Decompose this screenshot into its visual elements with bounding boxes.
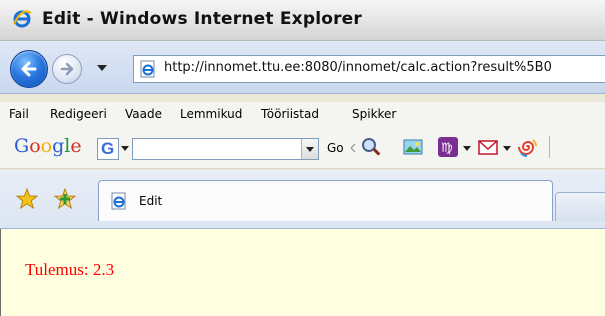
google-go-button[interactable]: Go: [327, 141, 344, 155]
tab-label: Edit: [139, 194, 163, 208]
add-favorite-icon[interactable]: [54, 188, 76, 210]
recent-pages-dropdown[interactable]: [97, 65, 107, 71]
result-text: Tulemus: 2.3: [25, 260, 115, 279]
google-logo-letter: g: [52, 135, 65, 157]
title-bar: Edit - Windows Internet Explorer: [0, 0, 605, 41]
google-logo-letter: o: [40, 135, 53, 157]
tab-bar: Edit: [0, 170, 605, 229]
google-logo-letter: e: [70, 135, 82, 157]
back-button[interactable]: [10, 50, 48, 88]
address-url[interactable]: http://innomet.ttu.ee:8080/innomet/calc.…: [164, 60, 552, 75]
google-menu-button[interactable]: G: [97, 138, 119, 160]
menu-item-spikker[interactable]: Spikker: [352, 107, 396, 121]
horoscope-icon[interactable]: ♍: [437, 136, 459, 158]
menu-item-tooriistad[interactable]: Tööriistad: [261, 107, 319, 121]
favorites-star-icon[interactable]: [16, 188, 38, 210]
page-icon: [140, 60, 155, 78]
tab-edit[interactable]: Edit: [98, 180, 553, 221]
menu-item-vaade[interactable]: Vaade: [125, 107, 162, 121]
page-icon: [111, 192, 126, 210]
window-title: Edit - Windows Internet Explorer: [42, 9, 362, 29]
forward-button[interactable]: [52, 54, 82, 84]
search-history-dropdown[interactable]: [301, 139, 318, 159]
browser-window: Edit - Windows Internet Explorer http://…: [0, 0, 605, 316]
address-bar[interactable]: http://innomet.ttu.ee:8080/innomet/calc.…: [133, 55, 605, 83]
ie-logo-icon: [13, 10, 32, 28]
menu-item-lemmikud[interactable]: Lemmikud: [180, 107, 242, 121]
magnifier-icon[interactable]: [360, 136, 382, 158]
page-content: Tulemus: 2.3: [0, 229, 605, 316]
toolbar-separator-icon: [350, 143, 356, 153]
arrow-left-icon: [21, 61, 37, 77]
horoscope-dropdown-caret[interactable]: [463, 146, 471, 151]
new-tab-button[interactable]: [555, 192, 605, 221]
arrow-right-icon: [60, 62, 74, 76]
spiral-icon[interactable]: [517, 136, 539, 158]
google-logo-letter: o: [29, 135, 41, 157]
google-g-icon: G: [101, 139, 115, 158]
mail-icon[interactable]: [477, 136, 499, 158]
news-icon[interactable]: [402, 136, 424, 158]
menu-item-redigeeri[interactable]: Redigeeri: [50, 107, 107, 121]
google-search-input[interactable]: [132, 138, 319, 160]
google-logo-letter: G: [14, 135, 30, 157]
mail-dropdown-caret[interactable]: [503, 146, 511, 151]
google-menu-caret[interactable]: [121, 146, 129, 151]
menu-item-fail[interactable]: Fail: [9, 107, 29, 121]
toolbar-divider: [549, 136, 550, 158]
svg-text:♍: ♍: [441, 141, 453, 156]
menu-bar: Fail Redigeeri Vaade Lemmikud Tööriistad…: [0, 102, 605, 126]
navigation-bar: http://innomet.ttu.ee:8080/innomet/calc.…: [0, 41, 605, 94]
google-toolbar: Google G Go ♍: [0, 126, 605, 169]
google-logo[interactable]: Google: [14, 135, 82, 157]
